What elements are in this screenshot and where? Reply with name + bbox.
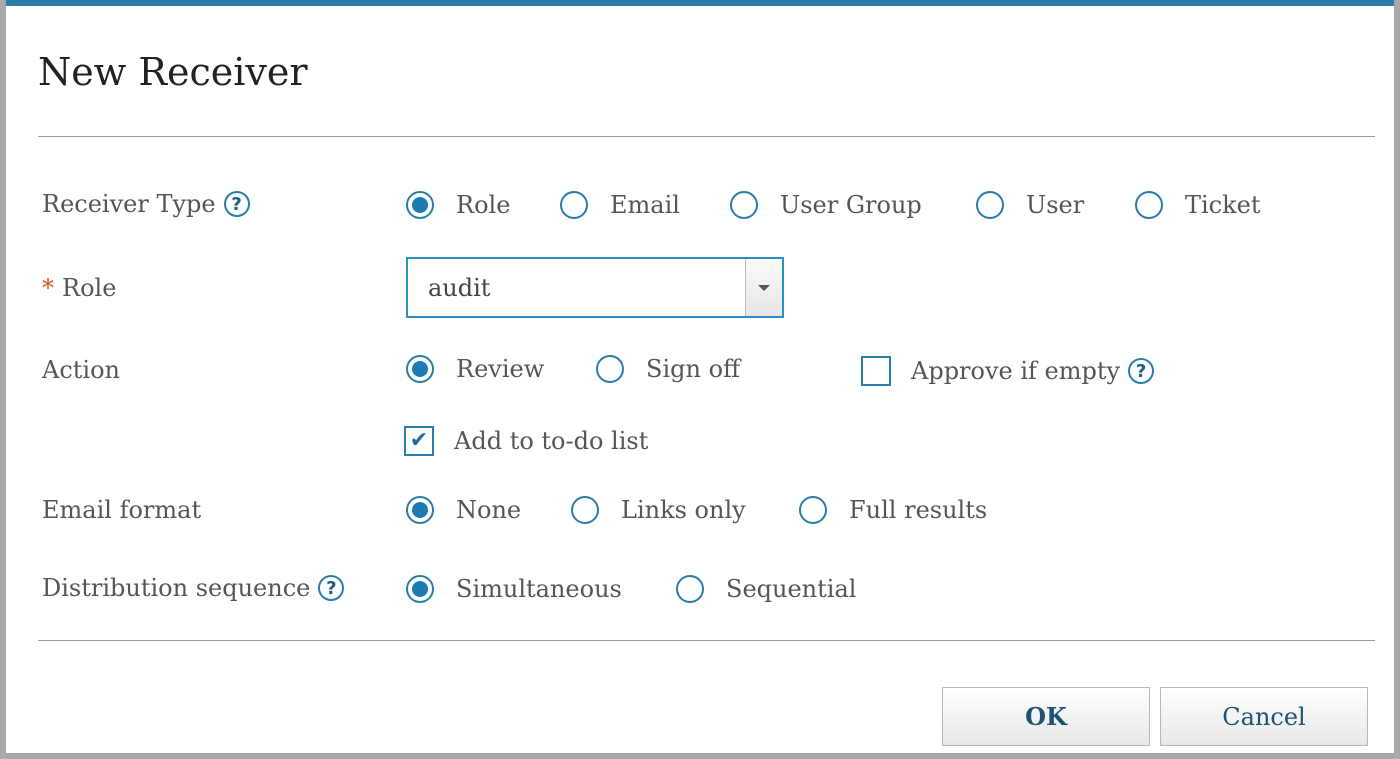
radio-selected-icon[interactable] bbox=[406, 575, 434, 603]
receiver-type-email-option[interactable]: Email bbox=[560, 191, 680, 219]
checkbox-checked-icon[interactable]: ✔ bbox=[404, 426, 434, 456]
action-sign-off-option[interactable]: Sign off bbox=[596, 355, 740, 383]
radio-selected-icon[interactable] bbox=[406, 355, 434, 383]
checkbox-unchecked-icon[interactable] bbox=[861, 356, 891, 386]
ok-button[interactable]: OK bbox=[942, 687, 1150, 746]
radio-unselected-icon[interactable] bbox=[799, 496, 827, 524]
option-label: Sequential bbox=[726, 575, 857, 603]
option-label: Simultaneous bbox=[456, 575, 622, 603]
email-format-label-row: Email format bbox=[42, 496, 201, 524]
cancel-button[interactable]: Cancel bbox=[1160, 687, 1368, 746]
radio-unselected-icon[interactable] bbox=[560, 191, 588, 219]
email-format-label: Email format bbox=[42, 496, 202, 524]
role-select-value: audit bbox=[428, 273, 491, 302]
chevron-down-icon bbox=[758, 284, 770, 291]
distribution-sequence-help-icon[interactable]: ? bbox=[318, 575, 345, 601]
dialog-title: New Receiver bbox=[38, 50, 308, 94]
receiver-type-user-option[interactable]: User bbox=[976, 191, 1084, 219]
distribution-sequential-option[interactable]: Sequential bbox=[676, 575, 856, 603]
action-review-option[interactable]: Review bbox=[406, 355, 544, 383]
new-receiver-dialog: New Receiver Receiver Type ? Role Email … bbox=[6, 0, 1394, 753]
option-label: None bbox=[456, 496, 522, 524]
receiver-type-ticket-option[interactable]: Ticket bbox=[1135, 191, 1261, 219]
option-label: Ticket bbox=[1185, 191, 1261, 219]
radio-unselected-icon[interactable] bbox=[571, 496, 599, 524]
receiver-type-user-group-option[interactable]: User Group bbox=[730, 191, 922, 219]
option-label: Email bbox=[610, 191, 680, 219]
email-format-links-only-option[interactable]: Links only bbox=[571, 496, 746, 524]
receiver-type-help-icon[interactable]: ? bbox=[223, 191, 250, 217]
radio-unselected-icon[interactable] bbox=[1135, 191, 1163, 219]
role-label: Role bbox=[62, 274, 117, 302]
distribution-sequence-label-row: Distribution sequence ? bbox=[42, 574, 345, 602]
role-select[interactable]: audit bbox=[406, 257, 784, 318]
radio-selected-icon[interactable] bbox=[406, 496, 434, 524]
option-label: Review bbox=[456, 355, 545, 383]
radio-selected-icon[interactable] bbox=[406, 191, 434, 219]
option-label: User bbox=[1026, 191, 1085, 219]
action-label-row: Action bbox=[42, 356, 120, 384]
header-divider bbox=[38, 136, 1375, 137]
approve-if-empty-label: Approve if empty bbox=[911, 357, 1121, 385]
radio-unselected-icon[interactable] bbox=[596, 355, 624, 383]
option-label: Full results bbox=[849, 496, 988, 524]
dropdown-arrow-button[interactable] bbox=[745, 259, 782, 316]
approve-if-empty-help-icon[interactable]: ? bbox=[1128, 358, 1155, 384]
footer-divider bbox=[38, 640, 1375, 641]
approve-if-empty-option[interactable]: Approve if empty ? bbox=[861, 356, 1155, 386]
receiver-type-role-option[interactable]: Role bbox=[406, 191, 510, 219]
radio-unselected-icon[interactable] bbox=[976, 191, 1004, 219]
add-to-todo-option[interactable]: ✔ Add to to-do list bbox=[404, 426, 648, 456]
radio-unselected-icon[interactable] bbox=[676, 575, 704, 603]
checkmark-icon: ✔ bbox=[409, 428, 429, 453]
option-label: Links only bbox=[621, 496, 746, 524]
distribution-sequence-label: Distribution sequence bbox=[42, 574, 311, 602]
receiver-type-label-row: Receiver Type ? bbox=[42, 190, 250, 218]
distribution-simultaneous-option[interactable]: Simultaneous bbox=[406, 575, 622, 603]
option-label: Sign off bbox=[646, 355, 741, 383]
radio-unselected-icon[interactable] bbox=[730, 191, 758, 219]
option-label: Role bbox=[456, 191, 511, 219]
add-to-todo-label: Add to to-do list bbox=[454, 427, 649, 455]
email-format-none-option[interactable]: None bbox=[406, 496, 521, 524]
receiver-type-label: Receiver Type bbox=[42, 190, 216, 218]
role-label-row: * Role bbox=[42, 274, 116, 302]
action-label: Action bbox=[42, 356, 120, 384]
option-label: User Group bbox=[780, 191, 922, 219]
email-format-full-results-option[interactable]: Full results bbox=[799, 496, 987, 524]
required-marker: * bbox=[42, 274, 54, 302]
